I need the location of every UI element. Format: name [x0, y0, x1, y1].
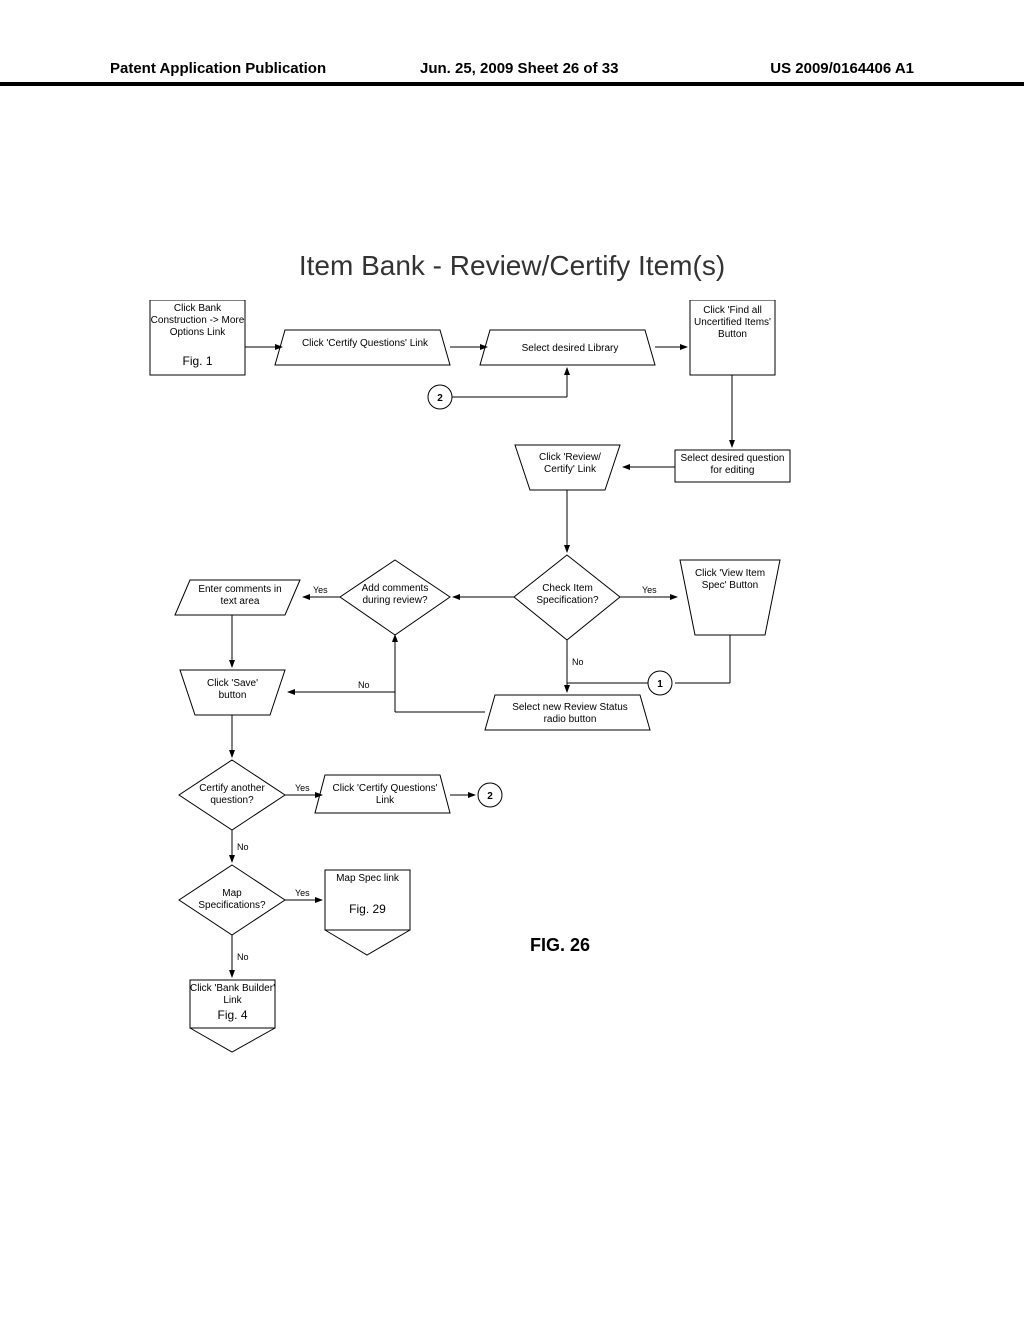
edge-yes-2: Yes: [313, 585, 328, 595]
connector-2b: 2: [487, 791, 493, 802]
decision-map-spec: Map Specifications?: [189, 888, 275, 912]
diagram-title: Item Bank - Review/Certify Item(s): [0, 250, 1024, 282]
decision-certify-another: Certify another question?: [192, 783, 272, 807]
header-right: US 2009/0164406 A1: [770, 60, 914, 77]
connector-2a: 2: [437, 393, 443, 404]
decision-check-spec: Check Item Specification?: [525, 583, 610, 607]
node-select-question: Select desired question for editing: [675, 453, 790, 477]
node-bank-construction: Click Bank Construction -> More Options …: [150, 303, 245, 339]
node-bank-builder: Click 'Bank Builder' Link: [190, 983, 275, 1007]
edge-no-3: No: [237, 842, 249, 852]
node-map-spec-link: Map Spec link: [325, 873, 410, 885]
edge-yes-4: Yes: [295, 888, 310, 898]
node-enter-comments: Enter comments in text area: [190, 584, 290, 608]
flowchart: Click Bank Construction -> More Options …: [100, 300, 920, 1110]
node-review-certify: Click 'Review/ Certify' Link: [525, 452, 615, 476]
node-find-uncertified: Click 'Find all Uncertified Items' Butto…: [690, 305, 775, 341]
header-mid: Jun. 25, 2009 Sheet 26 of 33: [420, 60, 618, 77]
edge-no-4: No: [237, 952, 249, 962]
fig-ref-29: Fig. 29: [325, 902, 410, 916]
edge-yes-3: Yes: [295, 783, 310, 793]
fig-ref-4: Fig. 4: [190, 1008, 275, 1022]
edge-no-1: No: [572, 657, 584, 667]
node-select-library: Select desired Library: [495, 343, 645, 355]
node-certify-questions-1: Click 'Certify Questions' Link: [290, 338, 440, 350]
node-view-spec: Click 'View Item Spec' Button: [690, 568, 770, 592]
node-review-status: Select new Review Status radio button: [500, 702, 640, 726]
edge-yes-1: Yes: [642, 585, 657, 595]
fig-ref-1: Fig. 1: [150, 354, 245, 368]
node-certify-questions-2: Click 'Certify Questions' Link: [330, 783, 440, 807]
connector-1: 1: [657, 679, 663, 690]
decision-add-comments: Add comments during review?: [355, 583, 435, 607]
node-save: Click 'Save' button: [195, 678, 270, 702]
header-left: Patent Application Publication: [110, 60, 326, 77]
edge-no-2: No: [358, 680, 370, 690]
